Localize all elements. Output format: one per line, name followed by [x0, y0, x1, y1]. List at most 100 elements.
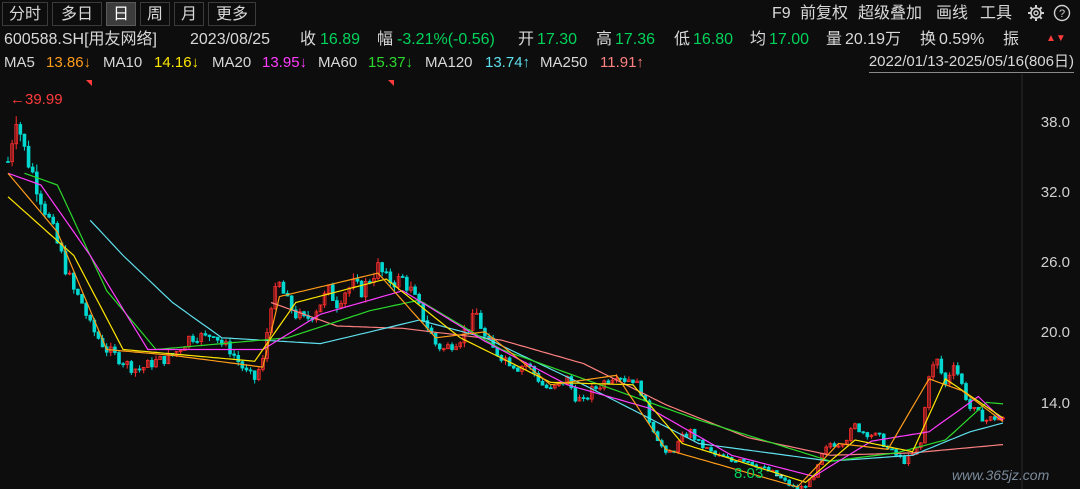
ma5-line	[7, 172, 1004, 488]
candle-body	[195, 341, 199, 343]
candle-body	[117, 352, 121, 365]
ma120-line	[89, 219, 1004, 462]
ma10-value: 14.16↓	[154, 54, 200, 71]
candle-body	[544, 384, 549, 389]
candle-body	[980, 409, 985, 422]
candle-body	[857, 423, 861, 433]
candle-body	[211, 336, 216, 338]
candle-body	[511, 365, 516, 369]
tools-button[interactable]: 工具	[980, 2, 1012, 26]
ma120-label: MA120	[425, 54, 473, 71]
candle-body	[150, 360, 154, 368]
candle-body	[236, 354, 241, 363]
candle-body	[215, 336, 220, 341]
adjust-button[interactable]: 前复权	[800, 2, 848, 26]
kline-chart[interactable]: ←39.99 8.03 → www.365jz.com	[0, 74, 1080, 489]
candle-body	[252, 370, 257, 380]
candle-body	[207, 334, 212, 337]
amplitude-label: 振	[1003, 31, 1020, 48]
candle-body	[71, 272, 76, 290]
ma250-label: MA250	[540, 54, 588, 71]
candle-body	[865, 432, 870, 438]
close-label: 收	[300, 31, 317, 48]
candle-body	[573, 387, 578, 402]
candle-body	[121, 363, 125, 366]
candle-body	[746, 461, 750, 463]
period-tab-intraday[interactable]: 分时	[2, 2, 48, 26]
high-annotation: ←39.99	[10, 91, 63, 108]
event-marker-icon	[388, 80, 394, 86]
toolbar: 分时 多日 日 周 月 更多 F9 前复权 超级叠加 画线 工具 ?	[0, 0, 1080, 28]
volume-value: 20.19万	[845, 31, 902, 48]
candle-body	[881, 433, 886, 447]
candle-body	[129, 361, 134, 373]
candlestick-series	[6, 116, 1005, 489]
ma5-value: 13.86↓	[46, 54, 92, 71]
candle-body	[516, 367, 520, 372]
ma120-value: 13.74↑	[485, 54, 531, 71]
stock-code: 600588.SH[用友网络]	[4, 31, 157, 48]
candle-body	[380, 262, 384, 273]
help-icon[interactable]: ?	[1053, 4, 1071, 22]
candle-body	[39, 193, 43, 205]
candle-body	[18, 124, 23, 135]
candle-body	[450, 344, 454, 351]
candle-body	[405, 276, 409, 291]
candle-body	[47, 213, 51, 218]
period-tab-weekly[interactable]: 周	[140, 2, 170, 26]
candle-body	[696, 439, 701, 441]
low-label: 低	[674, 31, 691, 48]
avg-label: 均	[750, 31, 767, 48]
candle-body	[248, 369, 253, 372]
close-value: 16.89	[320, 31, 361, 48]
svg-text:?: ?	[1059, 8, 1065, 20]
candle-body	[80, 294, 84, 304]
candle-body	[203, 333, 208, 336]
candle-body	[733, 460, 738, 463]
ma5-label: MA5	[4, 54, 35, 71]
period-tab-more[interactable]: 更多	[208, 2, 256, 26]
candle-body	[191, 335, 195, 342]
draw-line-button[interactable]: 画线	[936, 2, 968, 26]
date-range-selector[interactable]: 2022/01/13-2025/05/16(806日)	[868, 52, 1074, 73]
ma60-line	[24, 172, 1004, 462]
candle-body	[548, 387, 553, 390]
period-tab-monthly[interactable]: 月	[174, 2, 204, 26]
ma10-line	[7, 196, 1004, 483]
ma20-label: MA20	[212, 54, 252, 71]
candle-body	[88, 315, 93, 321]
candle-body	[968, 399, 972, 409]
candle-body	[22, 133, 27, 147]
moving-average-lines	[7, 172, 1004, 488]
ma20-value: 13.95↓	[262, 54, 308, 71]
overlay-button[interactable]: 超级叠加	[858, 2, 922, 26]
candle-body	[594, 386, 598, 389]
low-value: 16.80	[693, 31, 734, 48]
f9-button[interactable]: F9	[772, 2, 791, 26]
turnover-label: 换	[920, 31, 937, 48]
candle-body	[281, 281, 286, 294]
settings-gear-icon[interactable]	[1027, 4, 1045, 22]
candle-body	[742, 458, 746, 462]
candle-body	[631, 379, 635, 384]
candle-body	[762, 466, 767, 469]
candle-body	[437, 343, 442, 350]
candle-body	[137, 368, 142, 371]
open-value: 17.30	[537, 31, 578, 48]
candle-body	[359, 280, 364, 298]
low-arrow-icon: →	[772, 465, 786, 481]
candle-body	[585, 397, 590, 400]
open-label: 开	[518, 31, 535, 48]
candle-body	[368, 281, 372, 283]
stock-chart-window: { "toolbar": { "periods": ["分时", "多日", "…	[0, 0, 1080, 489]
period-tab-daily[interactable]: 日	[106, 2, 136, 26]
period-tab-multiday[interactable]: 多日	[52, 2, 102, 26]
candle-body	[479, 312, 483, 329]
ma10-label: MA10	[103, 54, 143, 71]
quote-info-row: 600588.SH[用友网络] 2023/08/25 收 16.89 幅 -3.…	[0, 28, 1080, 52]
event-marker-icon	[86, 80, 92, 86]
candle-body	[244, 367, 249, 371]
candle-body	[606, 380, 611, 384]
expand-arrows-icon[interactable]: ▲▼	[1046, 34, 1066, 44]
high-label: 高	[596, 31, 613, 48]
